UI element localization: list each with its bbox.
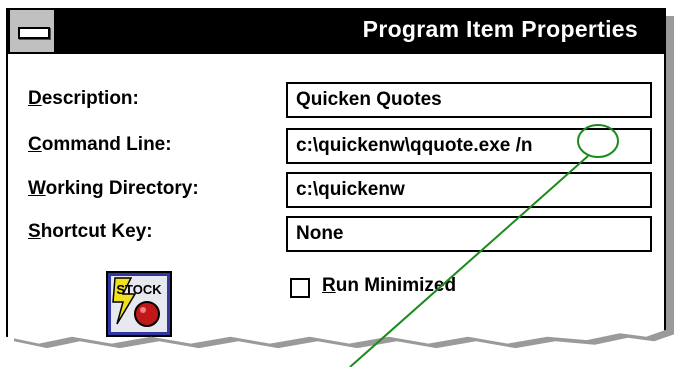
shortcut-key-label: Shortcut Key:	[28, 221, 153, 242]
red-ball-icon	[134, 301, 160, 327]
window-title: Program Item Properties	[362, 16, 638, 42]
system-menu-button[interactable]	[10, 10, 56, 52]
description-label: Description:	[28, 88, 139, 109]
shortcut-key-input[interactable]: None	[286, 216, 652, 252]
command-line-input[interactable]: c:\quickenw\qquote.exe /n	[286, 128, 652, 164]
run-minimized-label[interactable]: Run Minimized	[322, 275, 456, 297]
title-bar: Program Item Properties	[8, 8, 664, 54]
system-menu-icon	[18, 27, 50, 39]
program-item-properties-dialog: Program Item Properties Description: Qui…	[6, 8, 666, 344]
run-minimized-checkbox[interactable]	[290, 278, 310, 298]
working-directory-label: Working Directory:	[28, 178, 199, 199]
command-line-label: Command Line:	[28, 134, 172, 155]
stock-icon[interactable]: STOCK	[105, 270, 173, 338]
ball-highlight	[140, 307, 146, 313]
icon-text: STOCK	[116, 282, 162, 297]
description-input[interactable]: Quicken Quotes	[286, 82, 652, 118]
working-directory-input[interactable]: c:\quickenw	[286, 172, 652, 208]
